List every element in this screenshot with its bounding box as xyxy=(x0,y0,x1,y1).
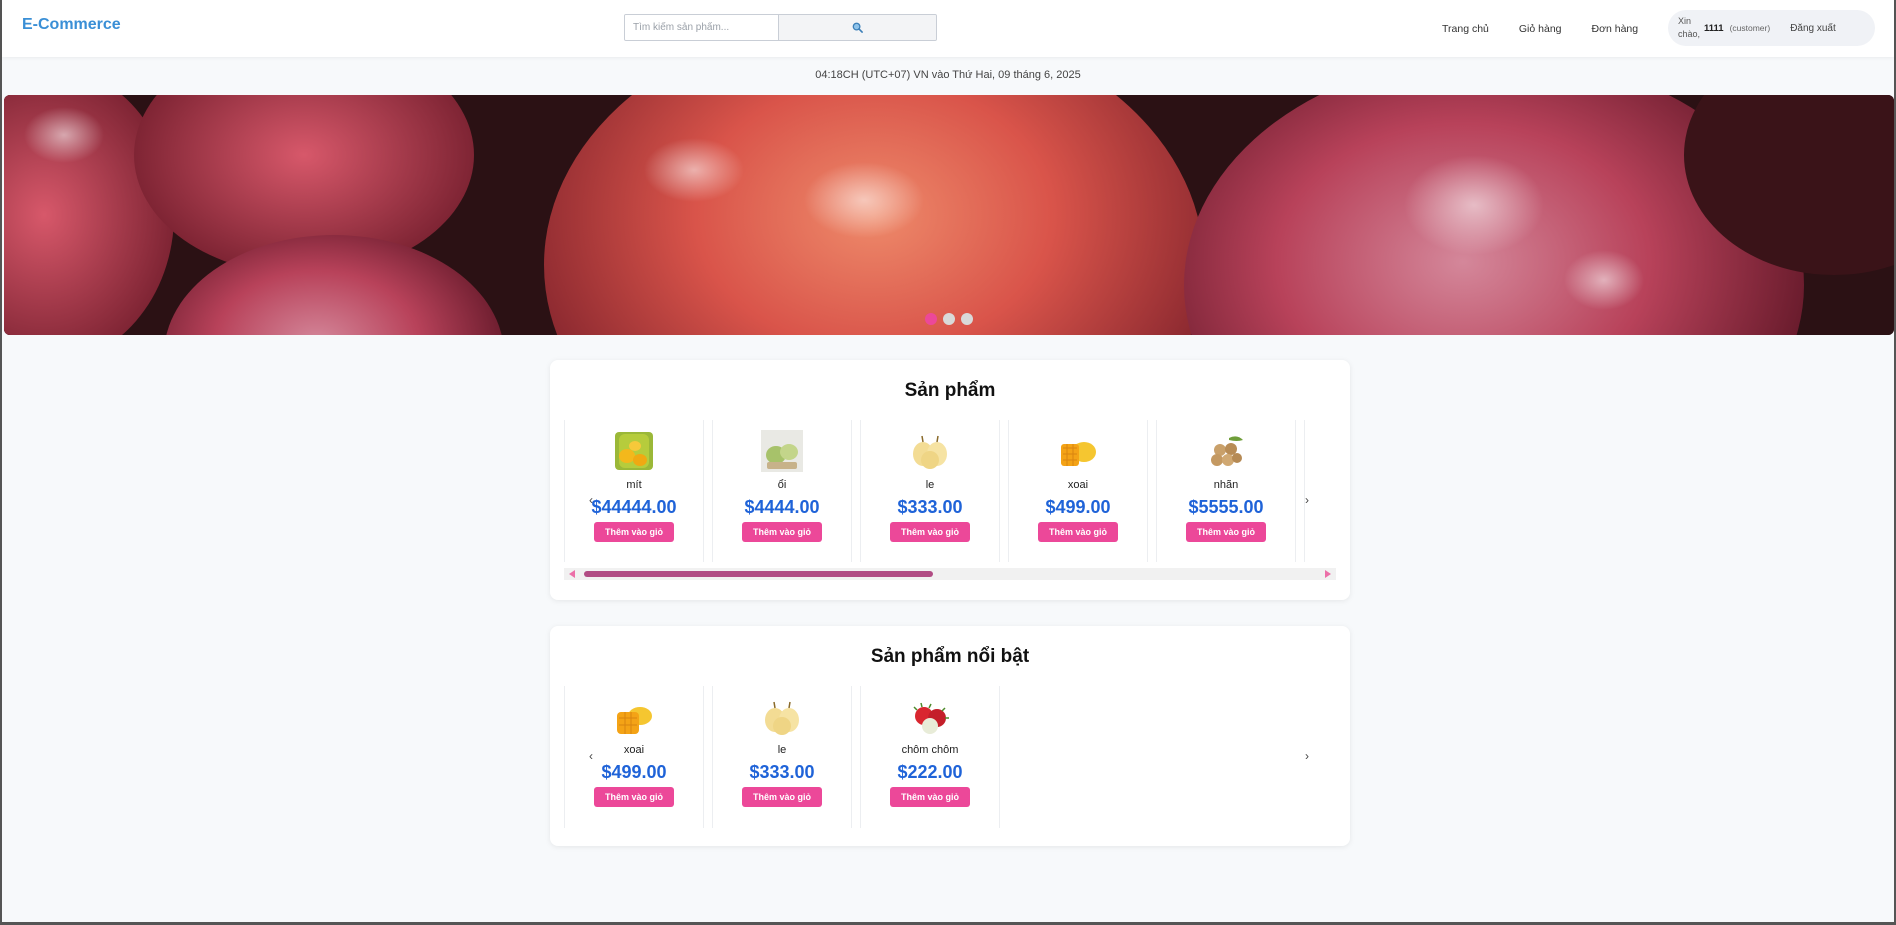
product-name: nhãn xyxy=(1213,479,1239,491)
product-price: $44444.00 xyxy=(591,497,677,517)
pear-icon xyxy=(913,435,947,469)
product-price: $4444.00 xyxy=(744,497,820,517)
brand-logo[interactable]: E-Commerce xyxy=(22,16,121,34)
current-datetime: 04:18CH (UTC+07) VN vào Thứ Hai, 09 thán… xyxy=(815,69,1081,81)
product-card: le $333.00 Thêm vào giỏ xyxy=(712,686,852,828)
featured-carousel: xoai $499.00 Thêm vào giỏ le $333.00 Thê… xyxy=(564,686,1334,828)
banner-dot-3[interactable] xyxy=(961,313,973,325)
product-price: $499.00 xyxy=(601,762,667,782)
main-nav: Trang chủ Giỏ hàng Đơn hàng xyxy=(1442,0,1668,57)
user-name: 1111 xyxy=(1704,22,1724,34)
jackfruit-icon xyxy=(615,432,653,470)
product-name: mít xyxy=(626,479,642,491)
product-card: nhãn $5555.00 Thêm vào giỏ xyxy=(1156,420,1296,562)
scroll-thumb[interactable] xyxy=(584,571,933,577)
product-price: $222.00 xyxy=(897,762,963,782)
horizontal-scrollbar[interactable] xyxy=(564,568,1336,580)
scroll-left-icon[interactable] xyxy=(569,570,575,578)
carousel-prev-button[interactable]: ‹ xyxy=(589,493,593,507)
hero-banner xyxy=(4,95,1894,335)
magnifier-icon xyxy=(852,22,863,33)
product-price: $499.00 xyxy=(1045,497,1111,517)
user-panel: Xin chào, 1111 (customer) Đăng xuất xyxy=(1668,10,1875,46)
add-to-cart-button[interactable]: Thêm vào giỏ xyxy=(1185,522,1266,542)
nav-home[interactable]: Trang chủ xyxy=(1442,23,1489,35)
search-bar xyxy=(624,14,937,41)
featured-title: Sản phẩm nổi bật xyxy=(870,646,1030,667)
search-button[interactable] xyxy=(779,15,936,40)
product-price: $5555.00 xyxy=(1188,497,1264,517)
banner-dots xyxy=(925,313,973,325)
product-name: le xyxy=(925,479,935,491)
product-card: xoai $499.00 Thêm vào giỏ xyxy=(1008,420,1148,562)
product-name: xoai xyxy=(623,744,645,756)
guava-icon xyxy=(761,430,803,472)
featured-prev-button[interactable]: ‹ xyxy=(589,749,593,763)
products-carousel: mít $44444.00 Thêm vào giỏ ổi $4444.00 T… xyxy=(564,420,1334,562)
banner-dot-1[interactable] xyxy=(925,313,937,325)
product-card: chôm chôm $222.00 Thêm vào giỏ xyxy=(860,686,1000,828)
product-name: xoai xyxy=(1067,479,1089,491)
featured-next-button[interactable]: › xyxy=(1305,749,1309,763)
nav-cart[interactable]: Giỏ hàng xyxy=(1519,23,1562,35)
nav-orders[interactable]: Đơn hàng xyxy=(1592,23,1639,35)
product-card: mít $44444.00 Thêm vào giỏ xyxy=(564,420,704,562)
user-greeting: Xin chào, xyxy=(1678,16,1701,39)
featured-section: Sản phẩm nổi bật xoai $499.00 Thêm vào g… xyxy=(550,626,1350,846)
add-to-cart-button[interactable]: Thêm vào giỏ xyxy=(593,522,674,542)
product-card: ổi $4444.00 Thêm vào giỏ xyxy=(712,420,852,562)
user-role: (customer) xyxy=(1729,23,1771,33)
product-name: chôm chôm xyxy=(901,744,959,756)
product-card: xoai $499.00 Thêm vào giỏ xyxy=(564,686,704,828)
logout-link[interactable]: Đăng xuất xyxy=(1790,23,1836,34)
add-to-cart-button[interactable]: Thêm vào giỏ xyxy=(741,522,822,542)
product-name: le xyxy=(777,744,787,756)
add-to-cart-button[interactable]: Thêm vào giỏ xyxy=(889,522,970,542)
scroll-right-icon[interactable] xyxy=(1325,570,1331,578)
search-input[interactable] xyxy=(625,15,779,40)
product-name: ổi xyxy=(777,479,787,491)
add-to-cart-button[interactable]: Thêm vào giỏ xyxy=(741,787,822,807)
add-to-cart-button[interactable]: Thêm vào giỏ xyxy=(889,787,970,807)
banner-dot-2[interactable] xyxy=(943,313,955,325)
products-title: Sản phẩm xyxy=(904,380,996,401)
rambutan-icon xyxy=(913,702,949,734)
product-card-partial xyxy=(1304,420,1334,562)
products-section: Sản phẩm mít $44444.00 Thêm vào giỏ ổi $… xyxy=(550,360,1350,600)
product-card: le $333.00 Thêm vào giỏ xyxy=(860,420,1000,562)
mango-icon xyxy=(1061,442,1096,466)
top-navbar: E-Commerce Trang chủ Giỏ hàng Đơn hàng X… xyxy=(2,0,1894,57)
mango-icon xyxy=(617,707,652,734)
add-to-cart-button[interactable]: Thêm vào giỏ xyxy=(1037,522,1118,542)
product-price: $333.00 xyxy=(897,497,963,517)
banner-image xyxy=(4,95,1894,335)
pear-icon xyxy=(765,701,799,735)
add-to-cart-button[interactable]: Thêm vào giỏ xyxy=(593,787,674,807)
product-price: $333.00 xyxy=(749,762,815,782)
carousel-next-button[interactable]: › xyxy=(1305,493,1309,507)
longan-icon xyxy=(1211,436,1243,466)
